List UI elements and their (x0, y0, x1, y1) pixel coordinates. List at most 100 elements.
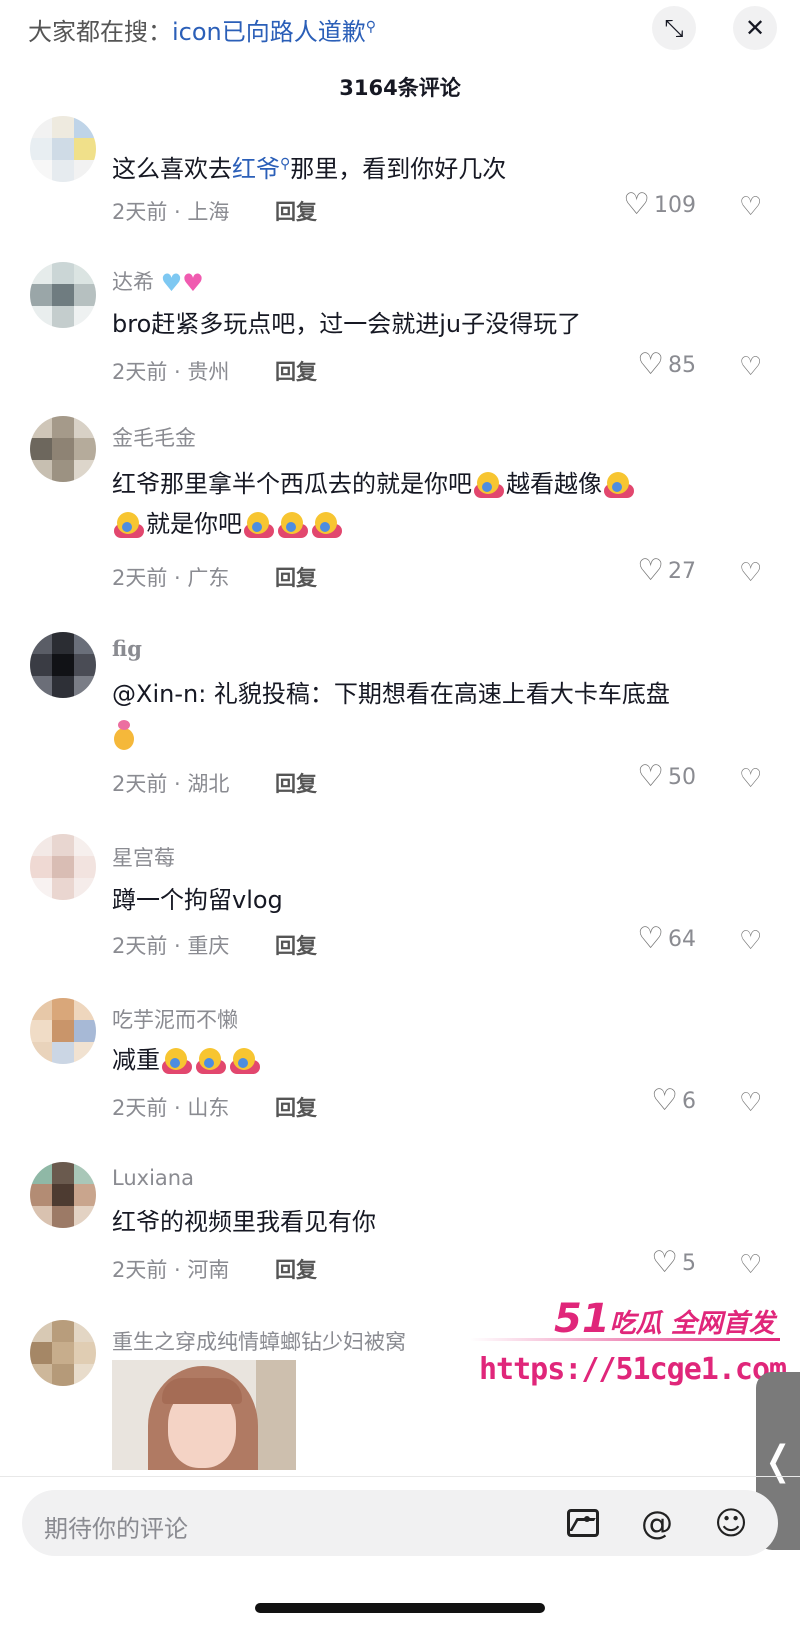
comment-text-part: 减重 (112, 1046, 160, 1074)
watermark-brand-text: 吃瓜 全网首发 (609, 1309, 775, 1339)
avatar-pixel (30, 834, 52, 856)
username[interactable]: fig (112, 636, 142, 661)
broken-heart-icon[interactable]: ♡ (739, 352, 762, 382)
comment-meta: 2天前 · 河南 (112, 1258, 230, 1282)
like-button[interactable]: ♡ 109 (623, 190, 696, 220)
username[interactable]: 重生之穿成纯情蟑螂钻少妇被窝 (112, 1326, 406, 1356)
avatar-pixel (52, 116, 74, 138)
comment-input[interactable]: 期待你的评论 (44, 1509, 188, 1544)
reply-button[interactable]: 回复 (275, 768, 317, 798)
reply-button[interactable]: 回复 (275, 196, 317, 226)
avatar-pixel (30, 1184, 52, 1206)
avatar-pixel (52, 438, 74, 460)
avatar-pixel (74, 438, 96, 460)
trending-search-prefix: 大家都在搜： (28, 18, 172, 46)
avatar-pixel (30, 998, 52, 1020)
username[interactable]: 星宫莓 (112, 842, 175, 872)
trending-search-keyword[interactable]: icon已向路人道歉 (172, 18, 366, 46)
like-button[interactable]: ♡ 50 (637, 762, 696, 792)
broken-heart-icon[interactable]: ♡ (739, 192, 762, 222)
username[interactable]: 金毛毛金 (112, 422, 196, 452)
avatar-pixel (52, 1184, 74, 1206)
broken-heart-icon[interactable]: ♡ (739, 558, 762, 588)
chevron-left-icon: ❬ (761, 1438, 795, 1484)
avatar-pixel (30, 438, 52, 460)
username[interactable]: 达希 ♥♥ (112, 266, 204, 296)
image-button[interactable] (562, 1502, 604, 1544)
avatar[interactable] (30, 1162, 96, 1228)
avatar-pixel (74, 284, 96, 306)
username[interactable]: 吃芋泥而不懒 (112, 1004, 238, 1034)
avatar-pixel (30, 856, 52, 878)
like-button[interactable]: ♡ 85 (637, 350, 696, 380)
mention-button[interactable]: @ (636, 1502, 678, 1544)
avatar[interactable] (30, 1320, 96, 1386)
avatar-pixel (52, 834, 74, 856)
avatar-pixel (52, 632, 74, 654)
avatar[interactable] (30, 632, 96, 698)
avatar-pixel (30, 160, 52, 182)
comment-meta: 2天前 · 重庆 (112, 934, 230, 958)
like-count: 50 (668, 764, 696, 790)
avatar-pixel (52, 1342, 74, 1364)
avatar[interactable] (30, 116, 96, 182)
comment-text-part: 越看越像 (506, 470, 602, 498)
broken-heart-icon[interactable]: ♡ (739, 1088, 762, 1118)
divider (0, 1476, 800, 1477)
collapse-button[interactable]: ⤡ (652, 6, 696, 50)
comment-keyword-link[interactable]: 红爷 (232, 155, 280, 183)
avatar-pixel (52, 654, 74, 676)
heart-icon: ♡ (637, 553, 664, 588)
avatar-pixel (30, 306, 52, 328)
username-text: 达希 (112, 270, 154, 294)
emoji-button[interactable]: ☺ (710, 1502, 752, 1544)
like-button[interactable]: ♡ 27 (637, 556, 696, 586)
avatar-pixel (52, 1162, 74, 1184)
comment-text-part: 红爷那里拿半个西瓜去的就是你吧 (112, 470, 472, 498)
reply-button[interactable]: 回复 (275, 356, 317, 386)
comment-text-part: 就是你吧 (146, 510, 242, 538)
avatar-pixel (52, 416, 74, 438)
reply-button[interactable]: 回复 (275, 562, 317, 592)
broken-heart-icon[interactable]: ♡ (739, 926, 762, 956)
like-button[interactable]: ♡ 5 (651, 1248, 696, 1278)
avatar-pixel (30, 654, 52, 676)
username[interactable]: Luxiana (112, 1166, 194, 1190)
avatar-pixel (52, 878, 74, 900)
comment-input-bar[interactable]: 期待你的评论 @ ☺ (22, 1490, 778, 1556)
broken-heart-icon[interactable]: ♡ (739, 1250, 762, 1280)
like-count: 5 (682, 1250, 696, 1276)
image-icon (567, 1509, 599, 1537)
comment-meta: 2天前 · 贵州 (112, 360, 230, 384)
avatar-pixel (30, 460, 52, 482)
avatar-pixel (52, 160, 74, 182)
avatar-pixel (74, 1020, 96, 1042)
avatar-pixel (52, 998, 74, 1020)
avatar[interactable] (30, 262, 96, 328)
trending-search-hint[interactable]: 大家都在搜：icon已向路人道歉⚲ (28, 12, 376, 47)
avatar-pixel (74, 416, 96, 438)
comment-meta: 2天前 · 山东 (112, 1096, 230, 1120)
avatar[interactable] (30, 998, 96, 1064)
avatar-pixel (30, 416, 52, 438)
like-button[interactable]: ♡ 6 (651, 1086, 696, 1116)
reply-button[interactable]: 回复 (275, 1092, 317, 1122)
reply-button[interactable]: 回复 (275, 1254, 317, 1284)
watermark-brand-number: 51 (554, 1296, 610, 1342)
video-thumbnail[interactable] (112, 1360, 296, 1470)
close-button[interactable]: ✕ (733, 6, 777, 50)
like-button[interactable]: ♡ 64 (637, 924, 696, 954)
comment-text: @Xin-n: 礼貌投稿：下期想看在高速上看大卡车底盘 (112, 674, 752, 754)
broken-heart-icon[interactable]: ♡ (739, 764, 762, 794)
avatar-pixel (52, 1320, 74, 1342)
reply-button[interactable]: 回复 (275, 930, 317, 960)
avatar[interactable] (30, 834, 96, 900)
hug-emoji-icon (604, 472, 634, 498)
avatar[interactable] (30, 416, 96, 482)
like-count: 85 (668, 352, 696, 378)
close-icon: ✕ (744, 14, 766, 42)
avatar-pixel (74, 632, 96, 654)
hug-emoji-icon (244, 512, 274, 538)
comment-text: 红爷那里拿半个西瓜去的就是你吧 越看越像 就是你吧 (112, 464, 752, 544)
comment-text: 减重 (112, 1040, 752, 1080)
